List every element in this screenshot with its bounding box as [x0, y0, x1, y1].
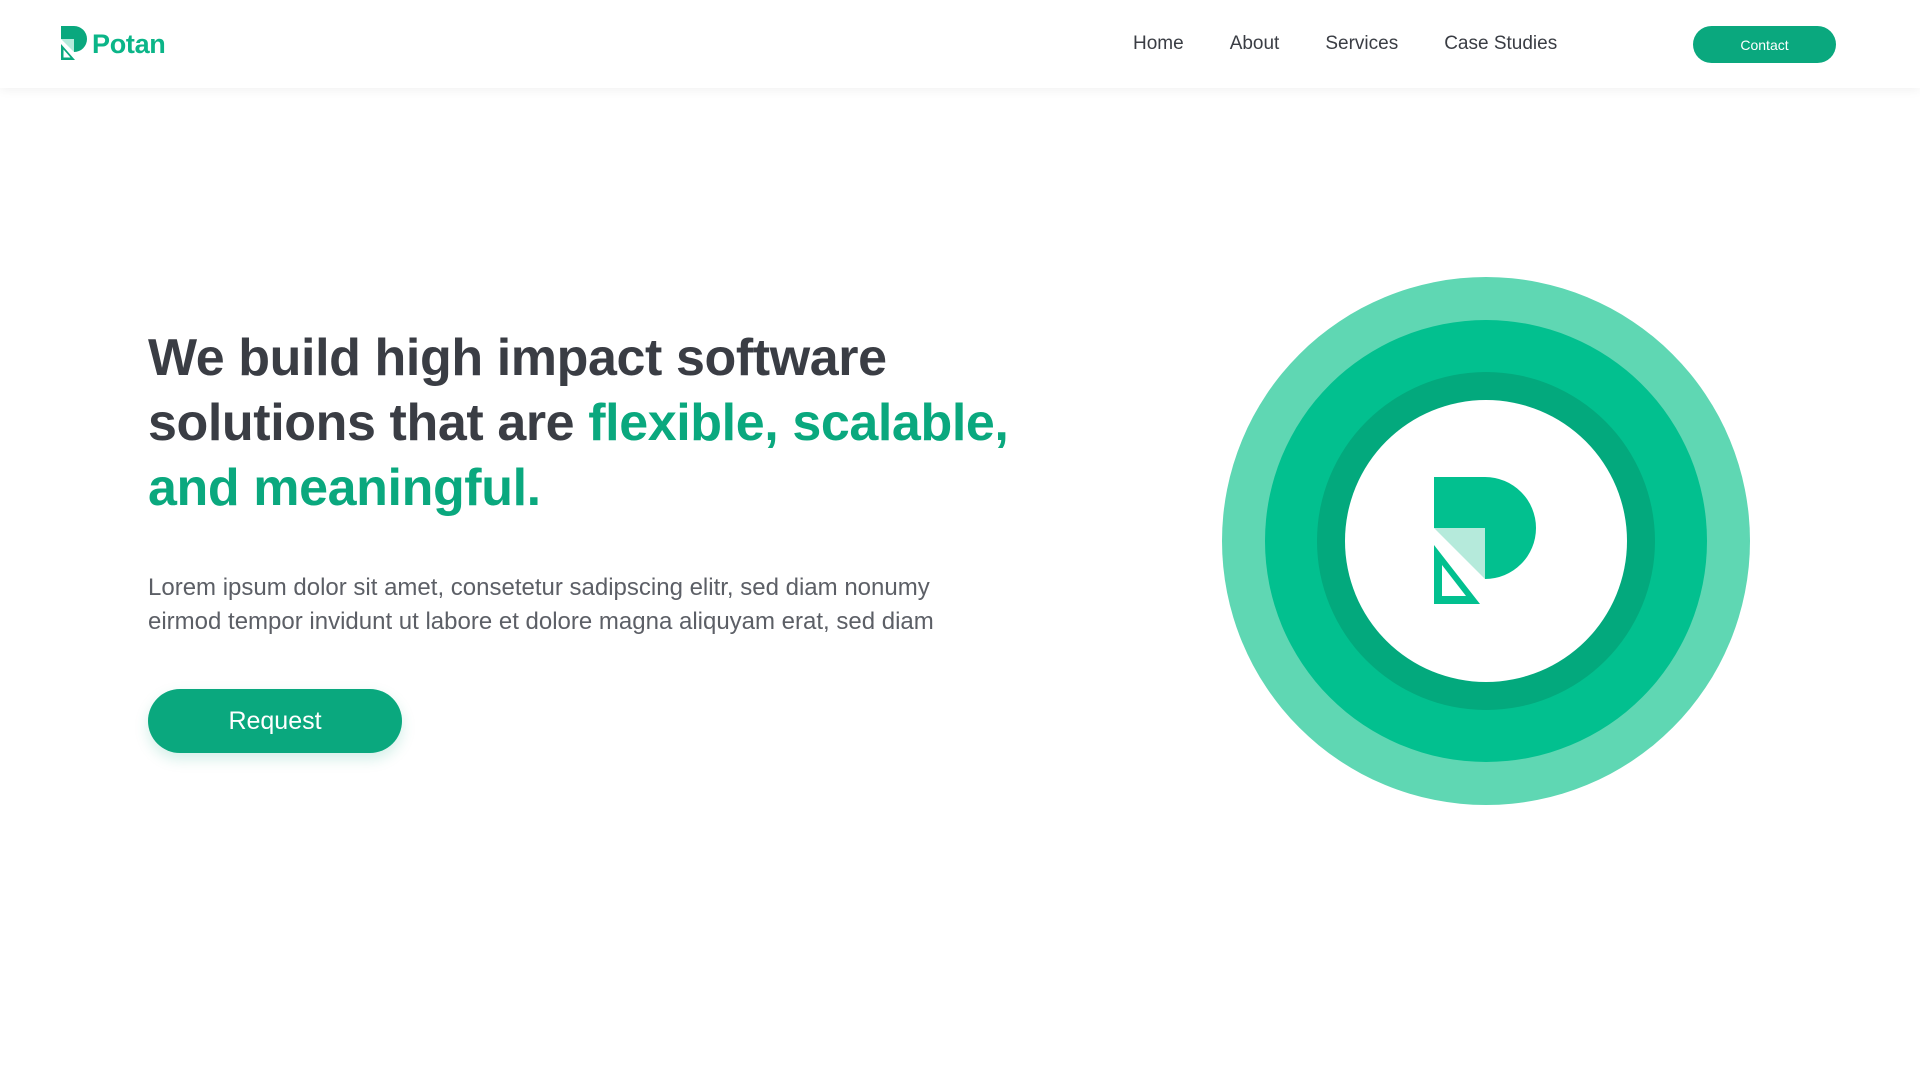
- site-header: Potan Home About Services Case Studies C…: [0, 0, 1920, 88]
- potan-logo-icon: [61, 26, 87, 60]
- main-nav: Home About Services Case Studies: [1133, 29, 1557, 59]
- hero-title: We build high impact software solutions …: [148, 326, 1048, 521]
- brand-name: Potan: [92, 28, 166, 59]
- concentric-rings-graphic: [1222, 277, 1750, 805]
- nav-about[interactable]: About: [1230, 33, 1280, 55]
- nav-home[interactable]: Home: [1133, 33, 1184, 55]
- nav-services[interactable]: Services: [1325, 33, 1398, 55]
- hero-description: Lorem ipsum dolor sit amet, consetetur s…: [148, 574, 934, 635]
- hero-illustration: [1222, 277, 1750, 805]
- request-button[interactable]: Request: [148, 689, 402, 753]
- contact-button[interactable]: Contact: [1693, 26, 1836, 63]
- brand-logo[interactable]: Potan: [59, 26, 166, 62]
- nav-case-studies[interactable]: Case Studies: [1444, 33, 1557, 55]
